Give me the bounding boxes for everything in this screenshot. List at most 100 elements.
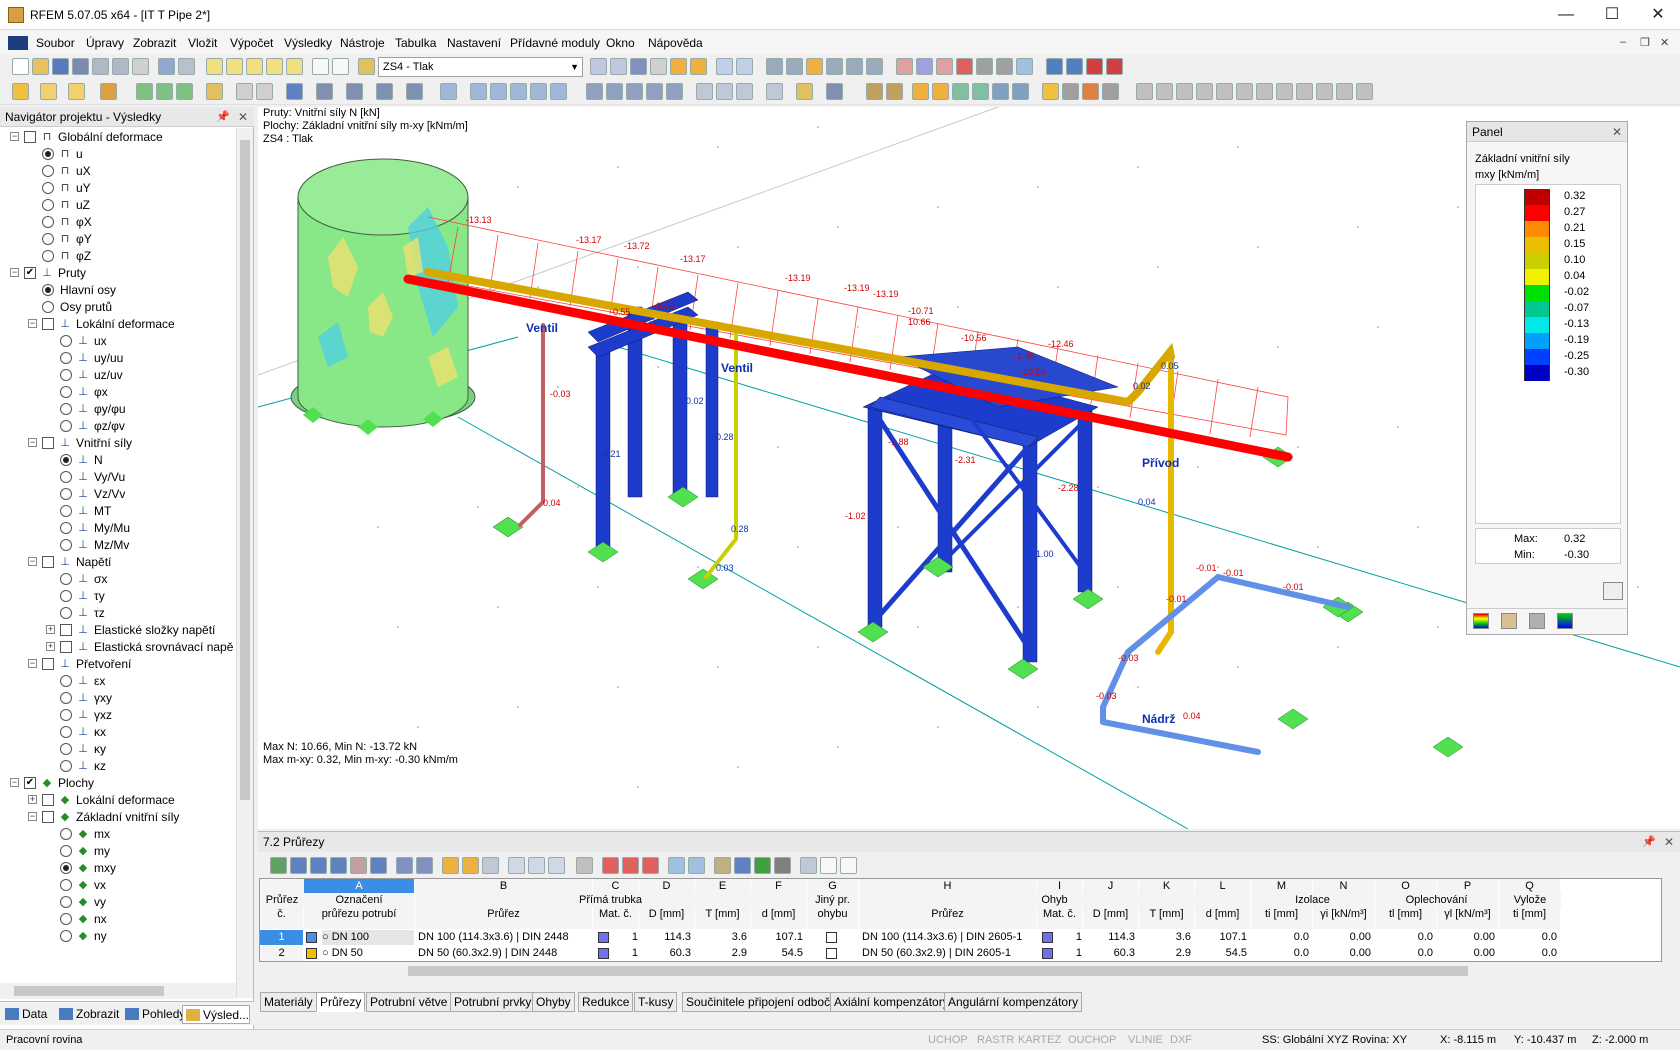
excel-icon[interactable] [754,857,771,874]
legend-icon[interactable] [1557,613,1573,629]
thickness-cell[interactable]: 2.9 [695,946,747,961]
tool-5-icon[interactable] [976,58,993,75]
mdi-minimize-icon[interactable]: – [1620,36,1626,48]
sheet-tab[interactable]: Materiály [260,992,317,1012]
tab-zobrazit[interactable]: Zobrazit [56,1005,119,1024]
table-tool-25-icon[interactable] [800,857,817,874]
view-4-icon[interactable] [826,58,843,75]
sheet-tab[interactable]: Potrubní prvky [450,992,536,1012]
tree-item[interactable]: ⊥ κz [0,757,236,775]
block-3-icon[interactable] [376,83,393,100]
zoom-out-icon[interactable] [606,83,623,100]
menu-upravy[interactable]: Úpravy [86,36,124,50]
toggle-dxf[interactable]: DXF [1170,1030,1192,1050]
radio-button[interactable] [60,335,72,347]
save-icon[interactable] [52,58,69,75]
axes-3-icon[interactable] [736,83,753,100]
checkbox[interactable] [42,437,54,449]
lining-thickness-cell[interactable]: 0.0 [1499,930,1557,945]
table-tool-21-icon[interactable] [714,857,731,874]
table-tool-1-icon[interactable] [270,857,287,874]
bend-thickness-cell[interactable]: 2.9 [1139,946,1191,961]
navigator-scrollbar[interactable] [236,128,253,998]
checkbox[interactable]: ✔ [24,267,36,279]
pipe-tool-9-icon[interactable] [1296,83,1313,100]
close-icon[interactable]: ✕ [238,107,248,127]
tree-item[interactable]: ◆ vy [0,893,236,911]
delete-icon[interactable] [956,58,973,75]
inner-diameter-cell[interactable]: 54.5 [751,946,803,961]
sheet-tab[interactable]: Redukce [578,992,634,1012]
tree-item[interactable]: ⊥ ux [0,332,236,350]
section-cell[interactable]: DN 100 (114.3x3.6) | DIN 2448 [418,930,593,945]
row-number[interactable]: 2 [260,946,303,961]
tree-item[interactable]: ⊓ φY [0,230,236,248]
table-tool-9-icon[interactable] [442,857,459,874]
checkbox[interactable] [42,811,54,823]
insulation-weight-cell[interactable]: 0.00 [1313,946,1371,961]
bend-material-cell[interactable]: 1 [1056,946,1082,961]
sheet-tab[interactable]: Průřezy [316,992,366,1012]
radio-button[interactable] [42,250,54,262]
axes-icon[interactable] [696,83,713,100]
color-scale-icon[interactable] [1473,613,1489,629]
tree-item[interactable]: ⊓ uY [0,179,236,197]
sheet-tab[interactable]: Potrubní větve [366,992,452,1012]
tree-item[interactable]: Osy prutů [0,298,236,316]
radio-button[interactable] [42,199,54,211]
menu-vypocet[interactable]: Výpočet [230,36,273,50]
table-vscrollbar[interactable] [1663,878,1679,962]
table-tool-5-icon[interactable] [350,857,367,874]
window-icon[interactable] [286,58,303,75]
view-3-icon[interactable] [806,58,823,75]
undo-icon[interactable] [158,58,175,75]
tree-item[interactable]: − ⊥ Vnitřní síly [0,434,236,452]
member-icon[interactable] [68,83,85,100]
tab-data[interactable]: Data [2,1005,47,1024]
table-tool-16-icon[interactable] [602,857,619,874]
radio-button[interactable] [60,471,72,483]
toggle-vlinie[interactable]: VLINIE [1128,1030,1163,1050]
navigator-hscrollbar[interactable] [0,983,236,999]
sheet-tab[interactable]: Součinitele připojení odbočky [682,992,847,1012]
show-values-icon[interactable] [690,58,707,75]
mdi-close-icon[interactable]: ✕ [1660,36,1669,49]
diameter-cell[interactable]: 60.3 [639,946,691,961]
guide-icon[interactable] [256,83,273,100]
zoom-panel-icon[interactable] [1603,582,1623,600]
toggle-uchop[interactable]: UCHOP [928,1030,968,1050]
tree-item[interactable]: ◆ mx [0,825,236,843]
display-5-icon[interactable] [992,83,1009,100]
render-2-icon[interactable] [826,83,843,100]
maximize-button[interactable]: ☐ [1589,0,1635,30]
select-icon[interactable] [266,58,283,75]
radio-button[interactable] [42,301,54,313]
mesh-icon[interactable] [440,83,457,100]
collapse-icon[interactable]: − [28,438,37,447]
previous-icon[interactable] [590,58,607,75]
layout-icon[interactable] [312,58,329,75]
tree-item[interactable]: − ⊥ Přetvoření [0,655,236,673]
support-icon[interactable] [136,83,153,100]
radio-button[interactable] [60,709,72,721]
mesh-5-icon[interactable] [530,83,547,100]
radio-button[interactable] [42,216,54,228]
bend-inner-diameter-cell[interactable]: 54.5 [1195,946,1247,961]
checkbox[interactable] [42,556,54,568]
show-results-icon[interactable] [670,58,687,75]
insulation-weight-cell[interactable]: 0.00 [1313,930,1371,945]
table-tool-24-icon[interactable] [774,857,791,874]
insulation-thickness-cell[interactable]: 0.0 [1251,946,1309,961]
menu-vysledky[interactable]: Výsledky [284,36,332,50]
tree-item[interactable]: + ⊥ Elastické složky napětí [0,621,236,639]
material-swatch[interactable] [598,932,609,943]
tree-item[interactable]: ⊓ uX [0,162,236,180]
tree-item[interactable]: ⊥ My/Mu [0,519,236,537]
display-6-icon[interactable] [1012,83,1029,100]
table-tool-13-icon[interactable] [528,857,545,874]
tree-item[interactable]: ⊥ N [0,451,236,469]
radio-button[interactable] [60,896,72,908]
radio-button[interactable] [60,454,72,466]
tree-item[interactable]: ◆ nx [0,910,236,928]
pipe-tool-6-icon[interactable] [1236,83,1253,100]
